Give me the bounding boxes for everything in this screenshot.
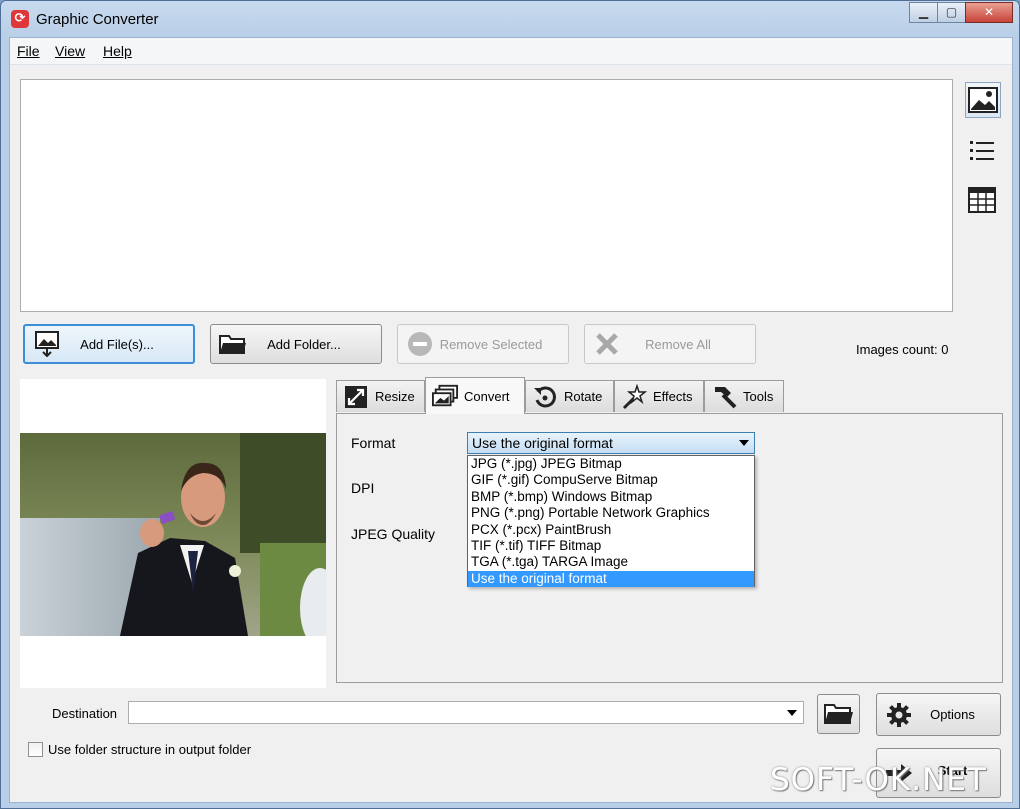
tab-effects-label: Effects <box>653 389 693 404</box>
table-view-button[interactable] <box>965 183 999 217</box>
minimize-button[interactable]: ▁ <box>909 2 938 23</box>
folder-structure-label: Use folder structure in output folder <box>48 742 252 757</box>
thumbnail-view-button[interactable] <box>965 82 1001 118</box>
format-option[interactable]: TGA (*.tga) TARGA Image <box>468 554 754 570</box>
menu-bar: File View Help <box>10 38 1012 65</box>
checkbox-box[interactable] <box>28 742 43 757</box>
add-files-label: Add File(s)... <box>80 336 154 352</box>
remove-all-label: Remove All <box>645 336 711 352</box>
format-select[interactable]: Use the original format <box>467 432 755 454</box>
remove-selected-label: Remove Selected <box>439 336 543 352</box>
remove-all-button[interactable]: Remove All <box>584 324 756 364</box>
x-icon <box>593 330 621 358</box>
tab-rotate-label: Rotate <box>564 389 603 404</box>
add-folder-button[interactable]: Add Folder... <box>210 324 382 364</box>
table-icon <box>968 187 996 213</box>
remove-selected-button[interactable]: Remove Selected <box>397 324 569 364</box>
list-view-button[interactable] <box>965 134 999 168</box>
add-image-icon <box>33 330 61 358</box>
add-folder-label: Add Folder... <box>267 336 341 352</box>
menu-view[interactable]: View <box>55 43 85 59</box>
tab-tools[interactable]: Tools <box>704 380 784 412</box>
tab-convert[interactable]: Convert <box>425 377 525 414</box>
minus-circle-icon <box>406 330 434 358</box>
format-option[interactable]: TIF (*.tif) TIFF Bitmap <box>468 538 754 554</box>
images-count: Images count: 0 <box>856 342 949 357</box>
image-preview <box>20 379 326 688</box>
options-button[interactable]: Options <box>876 693 1001 736</box>
tab-convert-label: Convert <box>464 388 510 404</box>
convert-panel: Format DPI JPEG Quality Use the original… <box>336 413 1003 683</box>
maximize-button[interactable]: ▢ <box>937 2 966 23</box>
window-title: Graphic Converter <box>36 11 159 28</box>
preview-photo <box>20 433 326 636</box>
format-option[interactable]: BMP (*.bmp) Windows Bitmap <box>468 489 754 505</box>
format-option[interactable]: PNG (*.png) Portable Network Graphics <box>468 505 754 521</box>
tab-tools-label: Tools <box>743 389 774 404</box>
watermark-logo: SOFT-OK.NET <box>770 762 987 798</box>
tab-rotate[interactable]: Rotate <box>525 380 614 412</box>
browse-folder-button[interactable] <box>817 694 860 734</box>
menu-file[interactable]: File <box>17 43 40 59</box>
list-icon <box>970 141 994 160</box>
title-bar[interactable]: ⟳ Graphic Converter ▁ ▢ ✕ <box>1 1 1019 37</box>
app-window: ⟳ Graphic Converter ▁ ▢ ✕ File View Help… <box>0 0 1020 809</box>
dpi-label: DPI <box>351 480 375 496</box>
gear-icon <box>885 701 913 729</box>
folder-structure-checkbox[interactable]: Use folder structure in output folder <box>28 742 251 757</box>
format-label: Format <box>351 435 396 451</box>
tab-resize-label: Resize <box>375 389 415 404</box>
format-dropdown-list: JPG (*.jpg) JPEG Bitmap GIF (*.gif) Comp… <box>467 455 755 588</box>
format-select-value: Use the original format <box>472 435 613 451</box>
close-button[interactable]: ✕ <box>965 2 1013 23</box>
tab-effects[interactable]: Effects <box>614 380 704 412</box>
window-controls: ▁ ▢ ✕ <box>909 2 1013 24</box>
destination-input[interactable] <box>128 701 804 724</box>
format-option[interactable]: JPG (*.jpg) JPEG Bitmap <box>468 456 754 472</box>
chevron-down-icon <box>787 710 797 716</box>
tools-icon <box>711 384 737 410</box>
client-area: File View Help Add File(s)... Add Folder… <box>9 37 1013 803</box>
file-list[interactable] <box>20 79 953 312</box>
add-files-button[interactable]: Add File(s)... <box>23 324 195 364</box>
effects-icon <box>621 383 647 410</box>
format-option-selected[interactable]: Use the original format <box>468 570 754 588</box>
chevron-down-icon <box>739 440 749 446</box>
convert-icon <box>432 383 458 409</box>
format-option[interactable]: GIF (*.gif) CompuServe Bitmap <box>468 472 754 488</box>
menu-help[interactable]: Help <box>103 43 132 59</box>
folder-icon <box>219 330 247 358</box>
rotate-icon <box>532 384 558 410</box>
folder-open-icon <box>823 704 853 724</box>
tab-resize[interactable]: Resize <box>336 380 425 412</box>
destination-label: Destination <box>52 706 118 721</box>
app-logo-icon: ⟳ <box>11 10 29 28</box>
image-icon <box>968 87 998 113</box>
options-label: Options <box>930 707 975 722</box>
jpeg-quality-label: JPEG Quality <box>351 526 436 542</box>
format-option[interactable]: PCX (*.pcx) PaintBrush <box>468 522 754 538</box>
resize-icon <box>343 384 369 410</box>
